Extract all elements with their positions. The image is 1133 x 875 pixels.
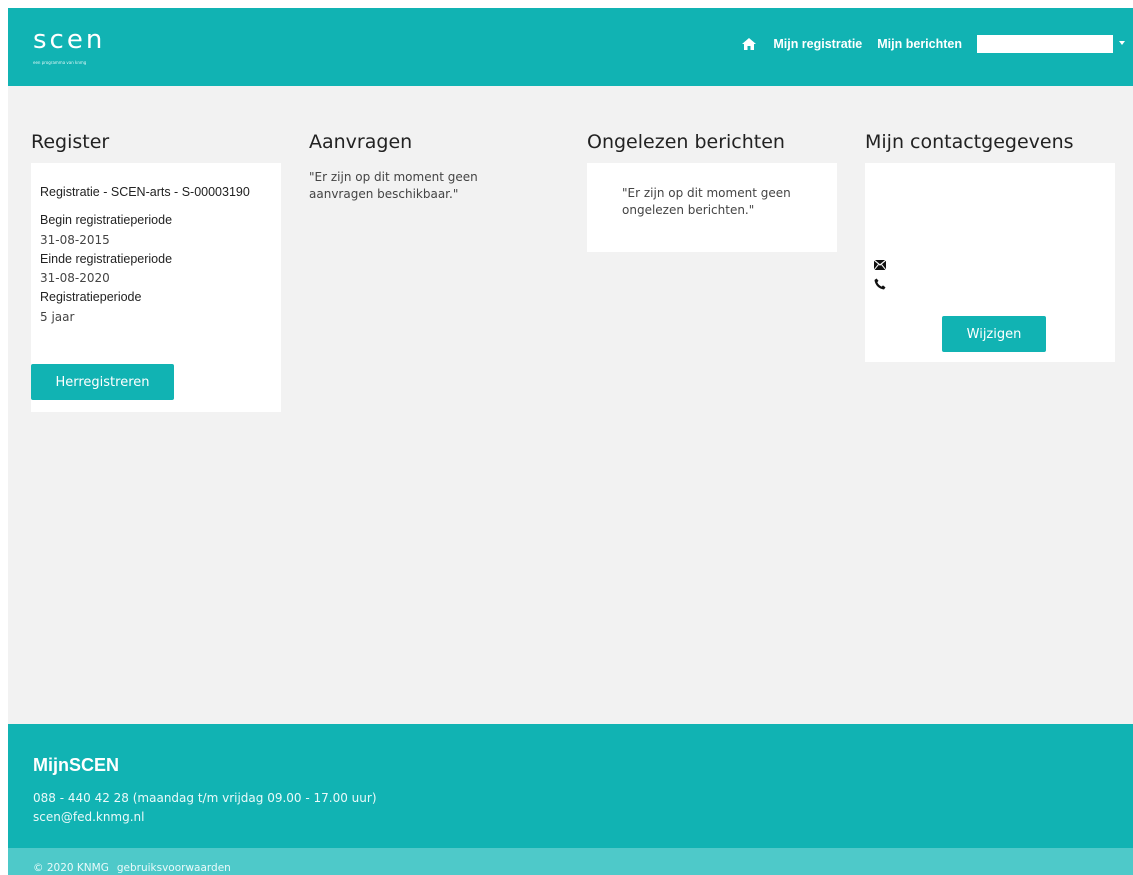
terms-link[interactable]: gebruiksvoorwaarden [117,862,231,874]
begin-period-label: Begin registratieperiode [40,213,173,227]
end-period-value: 31-08-2020 [40,271,110,285]
home-icon[interactable] [741,37,757,51]
page: scen een programma van knmg Mijn registr… [8,8,1133,875]
reregister-button[interactable]: Herregistreren [31,364,174,400]
nav-my-registration[interactable]: Mijn registratie [773,37,862,51]
chevron-down-icon [1119,41,1125,45]
unread-empty-text: "Er zijn op dit moment geen ongelezen be… [622,186,791,217]
envelope-icon [874,260,886,270]
nav-my-messages[interactable]: Mijn berichten [877,37,962,51]
scen-logo[interactable]: scen een programma van knmg [33,26,105,65]
unread-messages-title: Ongelezen berichten [587,131,785,153]
top-bar: scen een programma van knmg Mijn registr… [8,8,1133,86]
register-title: Register [31,131,110,153]
period-value: 5 jaar [40,310,75,324]
period-label: Registratieperiode [40,290,142,304]
footer-email-link[interactable]: scen@fed.knmg.nl [33,810,145,824]
copyright-text: © 2020 KNMG [33,862,109,874]
footer: MijnSCEN 088 - 440 42 28 (maandag t/m vr… [8,724,1133,848]
footer-phone: 088 - 440 42 28 (maandag t/m vrijdag 09.… [33,791,377,805]
end-period-label: Einde registratieperiode [40,252,173,266]
contact-details-title: Mijn contactgegevens [865,131,1074,153]
logo-text: scen [33,25,106,55]
requests-empty-text: "Er zijn op dit moment geen aanvragen be… [309,170,478,201]
sub-footer: © 2020 KNMG gebruiksvoorwaarden [8,848,1133,875]
register-card: Registratie - SCEN-arts - S-00003190 Beg… [31,163,281,412]
account-select[interactable] [977,35,1113,53]
logo-tagline: een programma van knmg [33,60,87,65]
main-nav: Mijn registratie Mijn berichten [741,34,1133,54]
registration-name: Registratie - SCEN-arts - S-00003190 [40,185,250,199]
footer-title: MijnSCEN [33,755,120,775]
account-dropdown[interactable] [977,35,1125,53]
requests-title: Aanvragen [309,131,413,153]
contact-card: Wijzigen [865,163,1115,362]
sub-footer-text: © 2020 KNMG gebruiksvoorwaarden [33,862,239,874]
phone-icon [874,278,886,290]
begin-period-value: 31-08-2015 [40,233,110,247]
unread-messages-card: "Er zijn op dit moment geen ongelezen be… [587,163,837,252]
edit-contact-button[interactable]: Wijzigen [942,316,1046,352]
